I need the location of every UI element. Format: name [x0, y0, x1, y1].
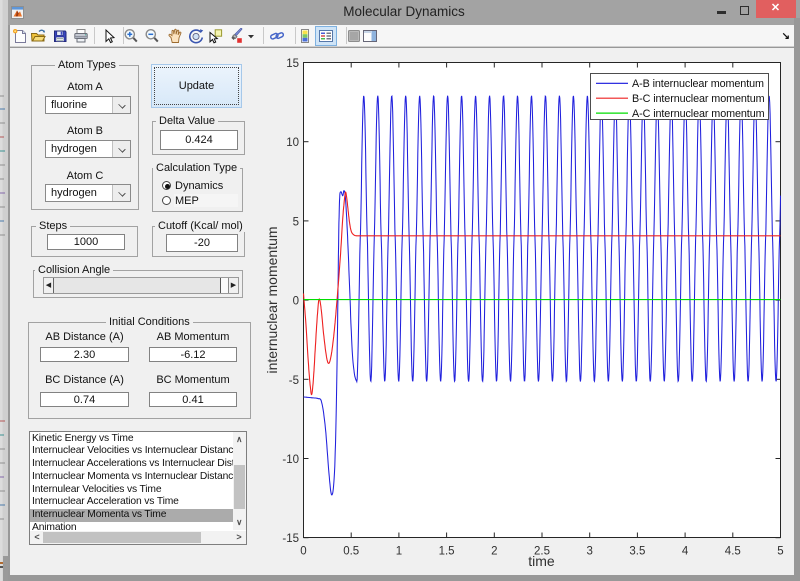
svg-text:10: 10 — [286, 137, 299, 149]
svg-text:-10: -10 — [282, 454, 299, 466]
svg-text:4: 4 — [682, 546, 689, 558]
svg-text:0: 0 — [300, 546, 306, 558]
svg-text:1.5: 1.5 — [439, 546, 455, 558]
svg-text:0.5: 0.5 — [343, 546, 359, 558]
svg-text:internuclear momentum: internuclear momentum — [264, 226, 280, 373]
svg-text:A-B internuclear momentum: A-B internuclear momentum — [632, 78, 764, 90]
svg-text:5: 5 — [293, 216, 299, 228]
svg-text:-5: -5 — [289, 375, 299, 387]
svg-text:5: 5 — [777, 546, 783, 558]
svg-text:4.5: 4.5 — [725, 546, 741, 558]
svg-text:-15: -15 — [282, 533, 299, 545]
svg-text:B-C internuclear momentum: B-C internuclear momentum — [632, 93, 765, 105]
svg-text:2: 2 — [491, 546, 497, 558]
svg-text:time: time — [528, 553, 555, 569]
svg-text:0: 0 — [293, 296, 299, 308]
svg-text:1: 1 — [396, 546, 402, 558]
svg-text:3: 3 — [586, 546, 592, 558]
svg-text:3.5: 3.5 — [629, 546, 645, 558]
svg-text:A-C internuclear momentum: A-C internuclear momentum — [632, 108, 765, 120]
svg-text:15: 15 — [286, 58, 299, 70]
